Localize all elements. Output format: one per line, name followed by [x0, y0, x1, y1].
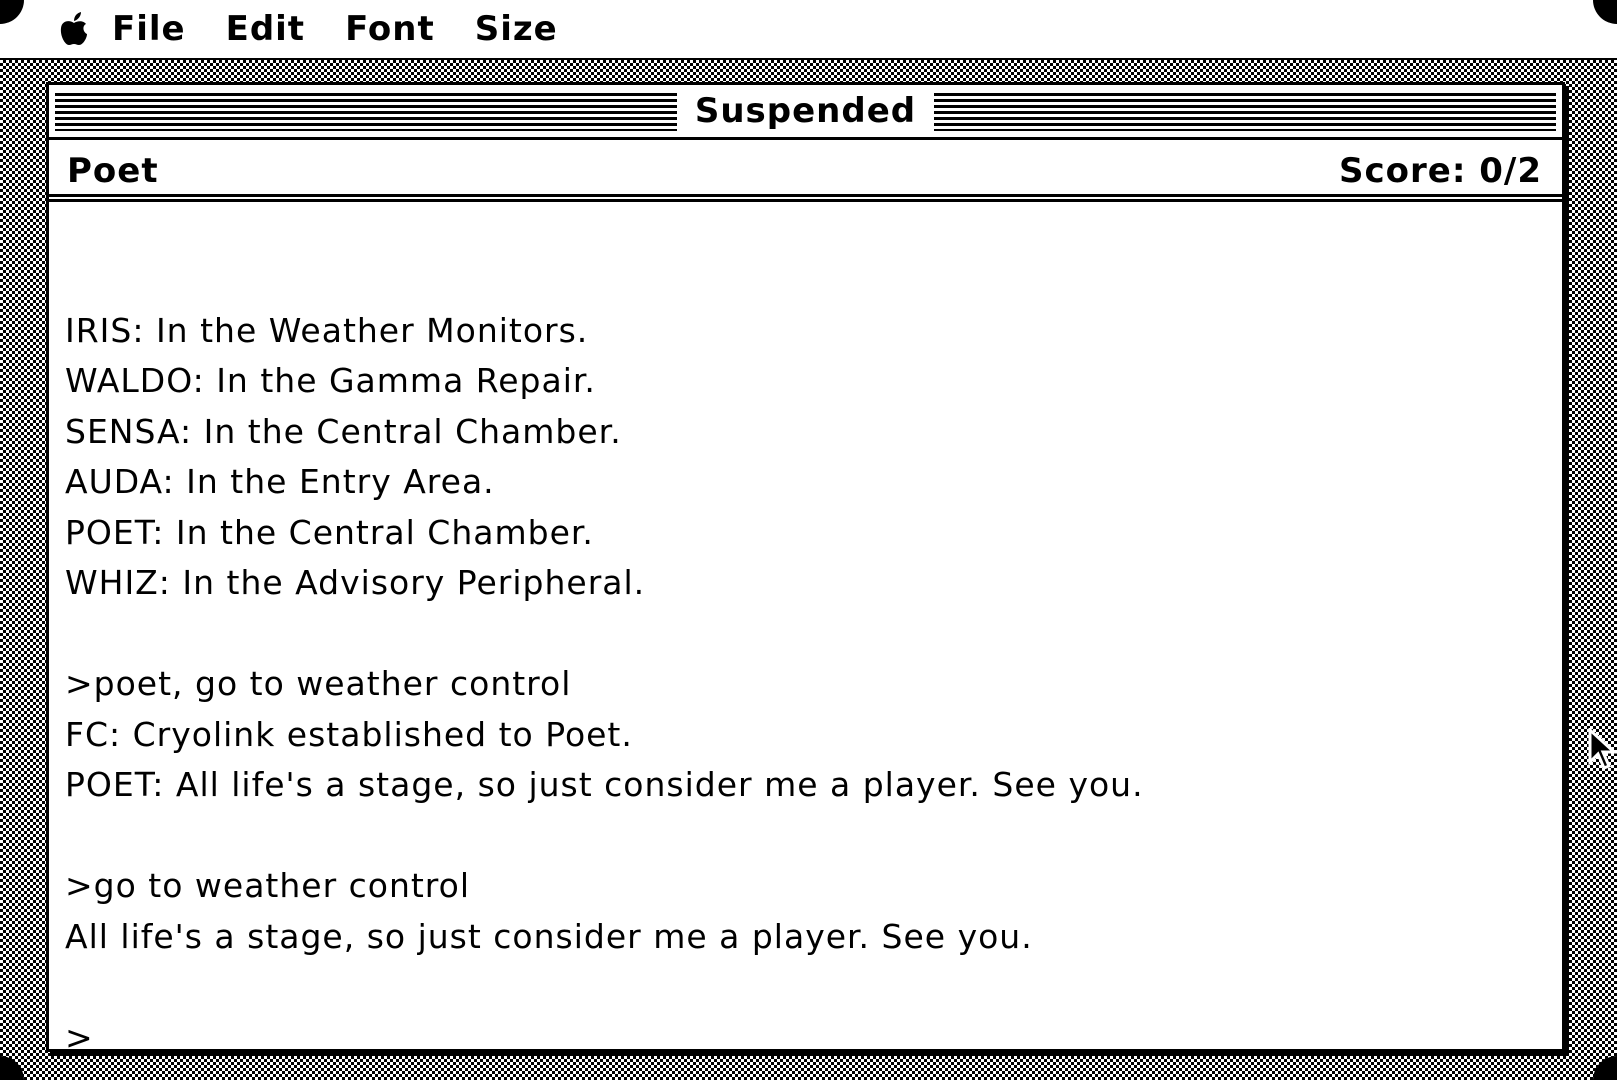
mouse-pointer-icon: [1588, 726, 1617, 776]
transcript-line: >poet, go to weather control: [65, 664, 572, 703]
score-display: Score: 0/2: [1339, 151, 1542, 191]
command-prompt[interactable]: >: [65, 1013, 1546, 1064]
transcript-line: >go to weather control: [65, 866, 471, 905]
menu-edit[interactable]: Edit: [206, 9, 325, 49]
screen-corner: [1593, 1056, 1617, 1080]
transcript-line: [65, 962, 1546, 1013]
transcript-line: AUDA: In the Entry Area.: [65, 462, 495, 501]
location-name: Poet: [67, 151, 159, 191]
transcript-line: SENSA: In the Central Chamber.: [65, 411, 622, 451]
menu-font[interactable]: Font: [325, 9, 455, 49]
transcript-line: All life's a stage, so just consider me …: [65, 916, 1033, 956]
window-title: Suspended: [676, 91, 935, 131]
transcript-line: WALDO: In the Gamma Repair.: [65, 361, 596, 400]
transcript-line: FC: Cryolink established to Poet.: [65, 714, 633, 754]
transcript-line: [65, 255, 1546, 306]
game-window: Suspended Poet Score: 0/2 IRIS: In the W…: [46, 82, 1565, 1057]
apple-menu-icon[interactable]: [56, 12, 92, 46]
menu-size[interactable]: Size: [455, 9, 578, 49]
transcript-line: [65, 609, 1546, 660]
transcript-area[interactable]: IRIS: In the Weather Monitors. WALDO: In…: [65, 255, 1546, 1057]
transcript-line: [65, 811, 1546, 862]
status-bar: Poet Score: 0/2: [49, 140, 1562, 202]
screen-corner: [0, 1056, 24, 1080]
menu-bar: File Edit Font Size: [0, 0, 1617, 60]
window-title-bar[interactable]: Suspended: [49, 85, 1562, 140]
transcript-line: WHIZ: In the Advisory Peripheral.: [65, 563, 646, 602]
menu-file[interactable]: File: [92, 9, 206, 49]
transcript-line: POET: All life's a stage, so just consid…: [65, 765, 1144, 804]
transcript-line: POET: In the Central Chamber.: [65, 512, 594, 552]
transcript-line: IRIS: In the Weather Monitors.: [65, 310, 589, 350]
